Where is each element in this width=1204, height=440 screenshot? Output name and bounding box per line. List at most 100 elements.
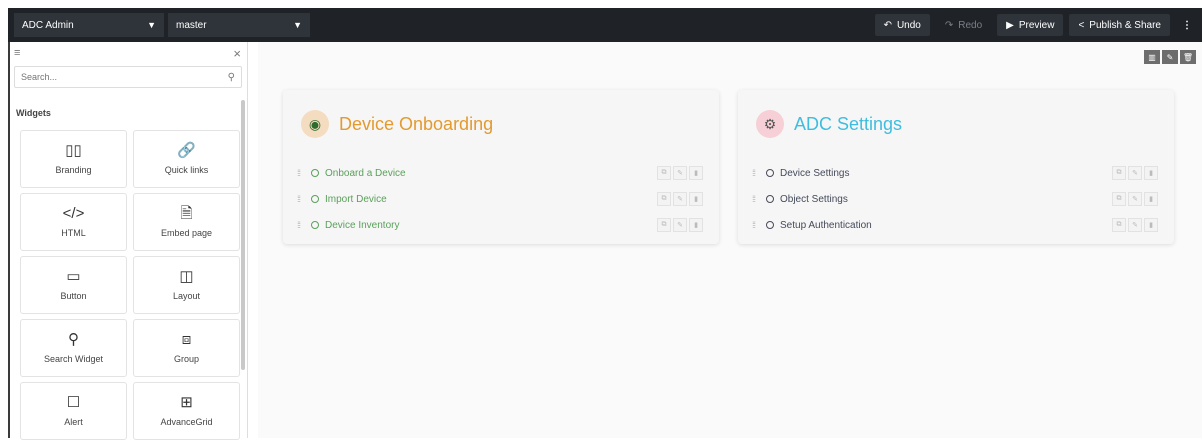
copy-icon[interactable]: ⧉ [657, 218, 671, 232]
edit-icon[interactable]: ✎ [1128, 192, 1142, 206]
document-icon: 🗎 [180, 205, 193, 222]
circle-icon [311, 221, 319, 229]
copy-icon[interactable]: ⧉ [1112, 166, 1126, 180]
widget-html[interactable]: </> HTML [20, 193, 127, 251]
list-item[interactable]: ⁞⁞ Device Inventory ⧉ ✎ ▮ [297, 212, 703, 238]
link-list: ⁞⁞ Device Settings ⧉ ✎ ▮ ⁞⁞ Object Setti… [752, 160, 1158, 238]
branch-select-value: master [176, 19, 207, 31]
widget-advance-grid[interactable]: ⊞ AdvanceGrid [133, 382, 240, 440]
list-item[interactable]: ⁞⁞ Device Settings ⧉ ✎ ▮ [752, 160, 1158, 186]
edit-icon[interactable]: ✎ [673, 218, 687, 232]
trash-icon[interactable]: ▮ [1144, 192, 1158, 206]
edit-icon[interactable]: ✎ [1128, 166, 1142, 180]
trash-icon[interactable]: ▮ [1144, 166, 1158, 180]
trash-icon[interactable]: ▮ [689, 166, 703, 180]
app-select-value: ADC Admin [22, 19, 74, 31]
widget-label: Button [60, 291, 87, 301]
widgets-section-label: Widgets [16, 108, 51, 118]
widget-label: AdvanceGrid [160, 417, 213, 427]
edit-icon[interactable]: ✎ [673, 166, 687, 180]
play-icon: ▶ [1006, 19, 1014, 31]
more-vertical-icon: ⋮ [1182, 19, 1192, 31]
card-title-text: ADC Settings [794, 113, 903, 134]
alert-icon: ☐ [66, 394, 81, 411]
circle-icon [311, 195, 319, 203]
more-menu-button[interactable]: ⋮ [1176, 14, 1198, 36]
trash-icon[interactable]: 🗑 [1180, 50, 1196, 64]
widget-label: HTML [61, 228, 86, 238]
publish-label: Publish & Share [1089, 19, 1161, 31]
widget-label: Quick links [164, 165, 209, 175]
layout-icon[interactable]: ▥ [1144, 50, 1160, 64]
widget-grid: ▯▯ Branding 🔗 Quick links </> HTML 🗎 Emb… [20, 130, 242, 440]
widget-label: Embed page [160, 228, 213, 238]
undo-button[interactable]: ↶ Undo [874, 14, 930, 36]
link-label[interactable]: Setup Authentication [780, 220, 872, 231]
search-icon: ⚲ [68, 331, 79, 348]
widget-search-widget[interactable]: ⚲ Search Widget [20, 319, 127, 377]
link-list: ⁞⁞ Onboard a Device ⧉ ✎ ▮ ⁞⁞ Import Devi… [297, 160, 703, 238]
redo-label: Redo [958, 19, 983, 31]
branch-select[interactable]: master ▼ [168, 13, 310, 37]
page-canvas[interactable]: ▥ ✎ 🗑 ◉ Device Onboarding ⁞⁞ Onboard a D… [258, 42, 1202, 438]
widget-search: ⚲ [14, 66, 242, 88]
copy-icon[interactable]: ⧉ [657, 192, 671, 206]
drag-handle-icon[interactable]: ⁞⁞ [752, 168, 766, 178]
columns-icon: ◫ [179, 268, 194, 285]
trash-icon[interactable]: ▮ [689, 218, 703, 232]
settings-computer-icon: ⚙ [756, 110, 784, 138]
copy-icon[interactable]: ⧉ [657, 166, 671, 180]
widget-alert[interactable]: ☐ Alert [20, 382, 127, 440]
widget-button[interactable]: ▭ Button [20, 256, 127, 314]
row-actions: ⧉ ✎ ▮ [1112, 166, 1158, 180]
copy-icon[interactable]: ⧉ [1112, 218, 1126, 232]
row-actions: ⧉ ✎ ▮ [657, 166, 703, 180]
widget-layout[interactable]: ◫ Layout [133, 256, 240, 314]
widget-embed-page[interactable]: 🗎 Embed page [133, 193, 240, 251]
drag-handle-icon[interactable]: ⁞⁞ [297, 194, 311, 204]
redo-icon: ↷ [944, 19, 954, 31]
trash-icon[interactable]: ▮ [1144, 218, 1158, 232]
drag-handle-icon[interactable]: ⁞⁞ [297, 168, 311, 178]
list-item[interactable]: ⁞⁞ Onboard a Device ⧉ ✎ ▮ [297, 160, 703, 186]
row-actions: ⧉ ✎ ▮ [657, 218, 703, 232]
list-item[interactable]: ⁞⁞ Import Device ⧉ ✎ ▮ [297, 186, 703, 212]
close-icon[interactable]: × [233, 46, 241, 61]
list-item[interactable]: ⁞⁞ Setup Authentication ⧉ ✎ ▮ [752, 212, 1158, 238]
row-actions: ⧉ ✎ ▮ [1112, 192, 1158, 206]
quicklinks-card-adc-settings[interactable]: ⚙ ADC Settings ⁞⁞ Device Settings ⧉ ✎ ▮ … [738, 90, 1174, 244]
drag-handle-icon[interactable]: ⁞⁞ [752, 194, 766, 204]
publish-share-button[interactable]: < Publish & Share [1069, 14, 1170, 36]
preview-button[interactable]: ▶ Preview [997, 14, 1064, 36]
drag-handle-icon[interactable]: ⁞⁞ [297, 220, 311, 230]
row-actions: ⧉ ✎ ▮ [657, 192, 703, 206]
app-frame: ADC Admin ▼ master ▼ ↶ Undo ↷ Redo ▶ Pre… [0, 0, 1204, 440]
copy-icon[interactable]: ⧉ [1112, 192, 1126, 206]
code-icon: </> [62, 205, 85, 222]
search-input[interactable] [21, 72, 228, 82]
menu-icon[interactable]: ≡ [14, 47, 20, 59]
edit-icon[interactable]: ✎ [1128, 218, 1142, 232]
edit-icon[interactable]: ✎ [1162, 50, 1178, 64]
trash-icon[interactable]: ▮ [689, 192, 703, 206]
link-label[interactable]: Import Device [325, 194, 387, 205]
sidebar-header: ≡ × [10, 42, 247, 64]
widget-label: Branding [55, 165, 92, 175]
top-toolbar: ADC Admin ▼ master ▼ ↶ Undo ↷ Redo ▶ Pre… [8, 8, 1202, 42]
app-select[interactable]: ADC Admin ▼ [14, 13, 164, 37]
link-label[interactable]: Object Settings [780, 194, 848, 205]
redo-button[interactable]: ↷ Redo [936, 14, 991, 36]
row-actions: ⧉ ✎ ▮ [1112, 218, 1158, 232]
drag-handle-icon[interactable]: ⁞⁞ [752, 220, 766, 230]
widget-quick-links[interactable]: 🔗 Quick links [133, 130, 240, 188]
link-label[interactable]: Device Inventory [325, 220, 399, 231]
widget-branding[interactable]: ▯▯ Branding [20, 130, 127, 188]
link-label[interactable]: Device Settings [780, 168, 849, 179]
widget-label: Alert [64, 417, 83, 427]
link-label[interactable]: Onboard a Device [325, 168, 406, 179]
edit-icon[interactable]: ✎ [673, 192, 687, 206]
search-icon[interactable]: ⚲ [228, 72, 235, 83]
list-item[interactable]: ⁞⁞ Object Settings ⧉ ✎ ▮ [752, 186, 1158, 212]
quicklinks-card-device-onboarding[interactable]: ◉ Device Onboarding ⁞⁞ Onboard a Device … [283, 90, 719, 244]
widget-group[interactable]: ⧈ Group [133, 319, 240, 377]
